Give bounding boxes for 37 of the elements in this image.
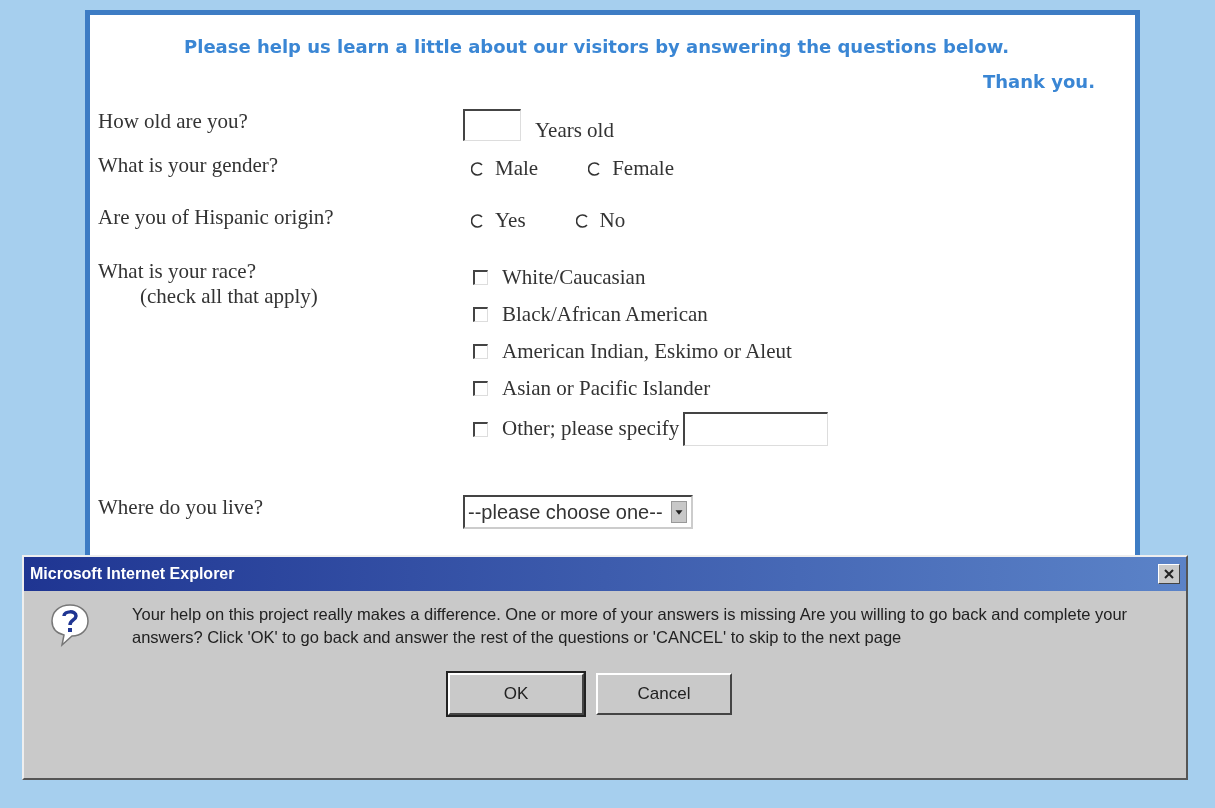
option-label: Asian or Pacific Islander xyxy=(502,374,711,402)
question-label: What is your gender? xyxy=(98,153,279,177)
option-label: No xyxy=(599,207,626,234)
question-label: How old are you? xyxy=(98,109,248,133)
region-dropdown[interactable]: --please choose one-- xyxy=(463,495,693,529)
checkbox[interactable] xyxy=(473,381,488,396)
age-field[interactable] xyxy=(463,109,521,141)
close-button[interactable] xyxy=(1158,564,1180,584)
specify-field[interactable] xyxy=(683,412,829,446)
close-icon xyxy=(1163,568,1175,580)
question-label: What is your race? xyxy=(98,259,256,283)
dialog-message: Your help on this project really makes a difference. One or more of your answers is missing Are you willing to go back and complete your answers? Click 'OK' to go back and answer the rest of the questions or 'CANCEL' to skip to the next page xyxy=(132,604,1129,649)
checkbox[interactable] xyxy=(473,307,488,322)
option-label: Other; please specify xyxy=(502,415,680,443)
option-label: White/Caucasian xyxy=(502,263,646,291)
question-icon xyxy=(50,603,90,647)
option-label: Black/African American xyxy=(502,300,708,328)
dialog-button[interactable]: OK xyxy=(448,673,584,716)
option-label: Female xyxy=(612,155,674,182)
intro-text: Please help us learn a little about our visitors by answering the questions below. xyxy=(183,35,1010,59)
option-label: American Indian, Eskimo or Aleut xyxy=(502,337,792,365)
thanks-text: Thank you. xyxy=(981,70,1095,94)
checkbox[interactable] xyxy=(473,270,488,285)
option-label: Yes xyxy=(495,207,526,234)
radio-button[interactable] xyxy=(575,213,590,228)
radio-button[interactable] xyxy=(471,213,485,228)
radio-button[interactable] xyxy=(588,161,603,176)
hint-text: (check all that apply) xyxy=(139,284,318,310)
question-label: Are you of Hispanic origin? xyxy=(98,205,334,229)
question-label: Where do you live? xyxy=(98,495,264,519)
option-label: Male xyxy=(495,155,539,182)
dialog-title: Microsoft Internet Explorer xyxy=(30,564,235,584)
radio-button[interactable] xyxy=(471,161,485,176)
checkbox[interactable] xyxy=(473,344,488,359)
checkbox[interactable] xyxy=(473,421,488,437)
dialog-button[interactable]: Cancel xyxy=(596,673,732,716)
unit-label: Years old xyxy=(535,117,614,144)
